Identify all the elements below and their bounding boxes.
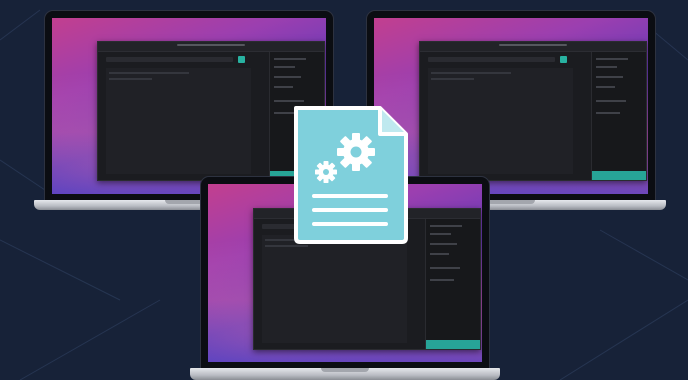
app-window — [419, 41, 647, 181]
add-button[interactable] — [238, 56, 246, 63]
window-titlebar — [420, 42, 646, 52]
table-row[interactable] — [109, 72, 189, 74]
laptop-base — [190, 368, 500, 380]
table-row[interactable] — [431, 78, 475, 80]
table-area — [106, 68, 251, 174]
add-button[interactable] — [560, 56, 568, 63]
small-gear-icon — [315, 161, 337, 183]
table-row[interactable] — [431, 72, 511, 74]
laptop-screen — [52, 18, 326, 194]
table-area — [428, 68, 573, 174]
side-panel — [590, 52, 646, 180]
panel-action-button[interactable] — [591, 171, 646, 180]
laptop-screen — [374, 18, 648, 194]
large-gear-icon — [337, 133, 375, 171]
window-titlebar — [98, 42, 324, 52]
document-settings-icon — [294, 106, 408, 244]
search-bar[interactable] — [428, 57, 555, 62]
side-panel — [424, 219, 480, 349]
search-bar[interactable] — [106, 57, 233, 62]
table-row[interactable] — [109, 78, 153, 80]
table-area — [262, 235, 407, 343]
panel-action-button[interactable] — [425, 340, 480, 349]
